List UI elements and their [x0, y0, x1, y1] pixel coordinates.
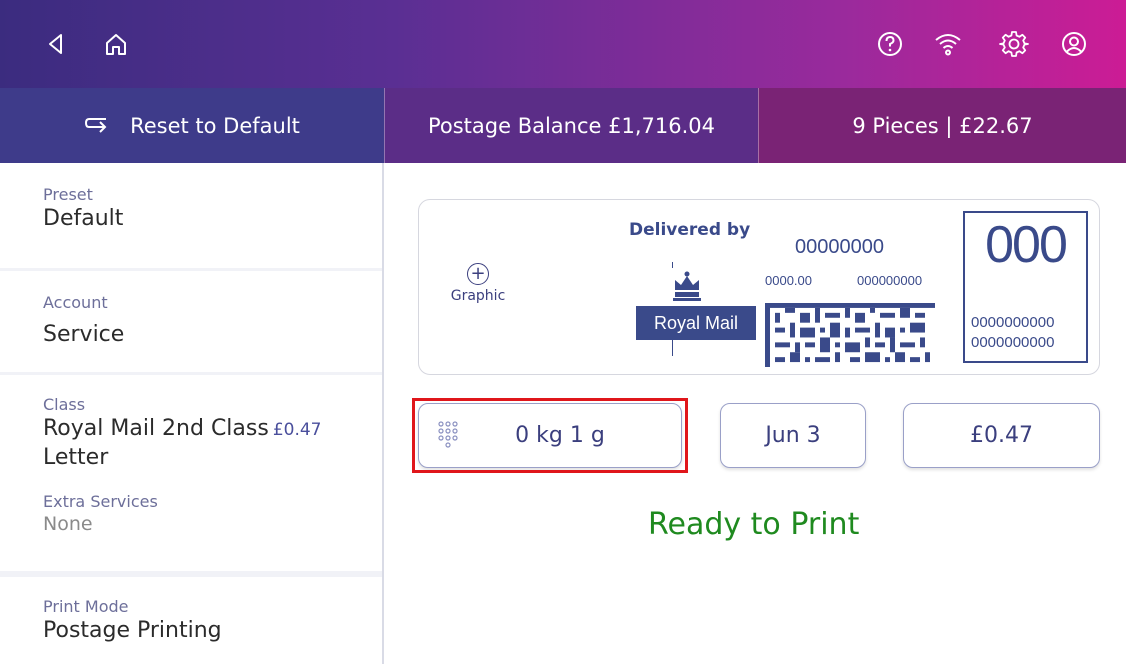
2d-barcode: [765, 303, 935, 367]
indicia-line-2: 0000000000: [971, 334, 1055, 351]
class-item[interactable]: Class Royal Mail 2nd Class £0.47 Letter E…: [0, 375, 382, 571]
date-button[interactable]: Jun 3: [720, 403, 866, 468]
indicia-big-number: 000: [985, 216, 1068, 274]
indicia-code-left: 0000.00: [765, 273, 812, 288]
graphic-label: Graphic: [450, 288, 506, 304]
delivered-by-label: Delivered by: [629, 220, 751, 240]
royal-mail-logo: Royal Mail: [636, 306, 756, 340]
postage-amount-value: £0.47: [970, 423, 1033, 448]
date-value: Jun 3: [765, 423, 821, 448]
postage-balance-button[interactable]: Postage Balance £1,716.04: [384, 88, 758, 163]
pieces-button[interactable]: 9 Pieces | £22.67: [758, 88, 1126, 163]
status-bar: Reset to Default Postage Balance £1,716.…: [0, 88, 1126, 163]
pieces-label: 9 Pieces | £22.67: [852, 113, 1033, 138]
account-icon[interactable]: [1056, 26, 1092, 62]
top-bar: [0, 0, 1126, 88]
settings-sidebar: Preset Default Account Service Class Roy…: [0, 163, 384, 664]
class-name: Royal Mail 2nd Class: [43, 416, 269, 441]
indicia-code-main: 00000000: [795, 236, 884, 258]
extra-services-label: Extra Services: [43, 492, 158, 511]
royal-crown-icon: [673, 271, 701, 301]
print-mode-item[interactable]: Print Mode Postage Printing: [0, 577, 382, 664]
postage-amount-button[interactable]: £0.47: [903, 403, 1100, 468]
reset-icon: [84, 116, 108, 136]
indicia-value-box: 000 0000000000 0000000000: [963, 211, 1088, 363]
class-value: Royal Mail 2nd Class £0.47: [43, 416, 382, 441]
preset-label: Preset: [43, 185, 93, 204]
print-status: Ready to Print: [648, 507, 860, 542]
account-item[interactable]: Account Service: [0, 271, 382, 372]
extra-services-value: None: [43, 513, 93, 535]
help-icon[interactable]: [872, 26, 908, 62]
settings-icon[interactable]: [996, 26, 1032, 62]
account-value: Service: [43, 322, 125, 347]
account-label: Account: [43, 293, 108, 312]
reset-to-default-button[interactable]: Reset to Default: [0, 88, 384, 163]
class-label: Class: [43, 395, 86, 414]
preset-value: Default: [43, 206, 124, 231]
wifi-icon[interactable]: [930, 26, 966, 62]
indicia-line-1: 0000000000: [971, 314, 1055, 331]
preset-item[interactable]: Preset Default: [0, 163, 382, 268]
class-price: £0.47: [272, 420, 322, 440]
print-mode-label: Print Mode: [43, 597, 129, 616]
plus-icon: +: [467, 263, 489, 285]
class-format: Letter: [43, 445, 109, 470]
reset-label: Reset to Default: [130, 113, 300, 138]
add-graphic-button[interactable]: + Graphic: [438, 263, 518, 304]
back-icon[interactable]: [38, 26, 74, 62]
home-icon[interactable]: [98, 26, 134, 62]
logo-line-bottom: [672, 340, 673, 356]
highlight-box: [412, 398, 688, 473]
indicia-code-right: 000000000: [857, 273, 923, 288]
postage-balance-label: Postage Balance £1,716.04: [427, 113, 716, 138]
print-mode-value: Postage Printing: [43, 618, 222, 643]
